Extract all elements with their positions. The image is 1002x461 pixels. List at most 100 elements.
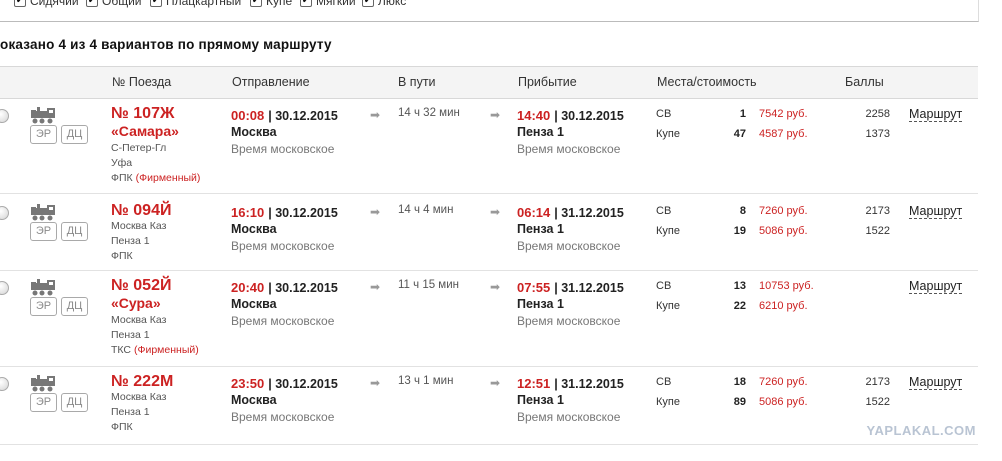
train-select-radio[interactable]: [0, 206, 9, 220]
filter-checkbox[interactable]: ✔: [362, 0, 374, 7]
column-header-duration[interactable]: В пути: [398, 75, 436, 89]
ticket-price[interactable]: 5086 руб.: [759, 225, 808, 237]
available-seats: 13: [733, 280, 746, 292]
arrival-timezone: Время московское: [517, 410, 621, 424]
table-header: № Поезда Отправление В пути Прибытие Мес…: [0, 66, 978, 99]
filter-2[interactable]: ✔ Общий: [86, 0, 142, 8]
departure-datetime: 00:08 | 30.12.2015: [231, 107, 338, 125]
train-route-from: Москва Каз: [111, 220, 167, 232]
filter-checkbox[interactable]: ✔: [14, 0, 26, 7]
column-header-arrival[interactable]: Прибытие: [518, 75, 577, 89]
column-header-departure[interactable]: Отправление: [232, 75, 310, 89]
filter-6[interactable]: ✔ Люкс: [362, 0, 406, 8]
filter-label: Плацкартный: [166, 0, 242, 8]
car-class-type: Купе: [656, 300, 680, 312]
car-class-type: Купе: [656, 396, 680, 408]
car-class-type: СВ: [656, 108, 672, 120]
departure-station: Москва: [231, 125, 277, 139]
departure-time: 20:40: [231, 280, 265, 295]
train-number[interactable]: № 052Й: [111, 277, 171, 295]
train-number[interactable]: № 094Й: [111, 202, 171, 220]
bonus-points: 1522: [865, 225, 890, 237]
bonus-points: 2173: [865, 376, 890, 388]
arrival-timezone: Время московское: [517, 239, 621, 253]
route-link[interactable]: Маршрут: [909, 107, 963, 122]
arrival-timezone: Время московское: [517, 314, 621, 328]
arrow-right-icon: ➡: [490, 376, 501, 390]
car-class-type: СВ: [656, 280, 672, 292]
train-route-from: С-Петер-Гл: [111, 142, 167, 154]
departure-station: Москва: [231, 297, 277, 311]
departure-date: | 30.12.2015: [268, 281, 338, 295]
departure-station: Москва: [231, 393, 277, 407]
filter-checkbox[interactable]: ✔: [86, 0, 98, 7]
train-number[interactable]: № 222М: [111, 373, 173, 391]
route-link[interactable]: Маршрут: [909, 375, 963, 390]
arrival-date: | 31.12.2015: [554, 206, 624, 220]
arrival-time: 06:14: [517, 205, 551, 220]
train-select-radio[interactable]: [0, 281, 9, 295]
ticket-price[interactable]: 10753 руб.: [759, 280, 814, 292]
filter-5[interactable]: ✔ Мягкий: [300, 0, 356, 8]
car-class-type: СВ: [656, 376, 672, 388]
train-select-radio[interactable]: [0, 109, 9, 123]
available-seats: 47: [733, 128, 746, 140]
train-route-to: Пенза 1: [111, 329, 150, 341]
results-summary: оказано 4 из 4 вариантов по прямому марш…: [0, 37, 332, 52]
column-header-points: Баллы: [845, 75, 884, 89]
filter-1[interactable]: ✔ Сидячий: [14, 0, 79, 8]
departure-time: 23:50: [231, 376, 265, 391]
ticket-price[interactable]: 7542 руб.: [759, 108, 808, 120]
departure-time: 00:08: [231, 108, 265, 123]
arrival-datetime: 06:14 | 31.12.2015: [517, 204, 624, 222]
arrival-datetime: 12:51 | 31.12.2015: [517, 375, 624, 393]
arrival-time: 07:55: [517, 280, 551, 295]
available-seats: 1: [739, 108, 746, 120]
departure-date: | 30.12.2015: [268, 109, 338, 123]
travel-duration: 14 ч 32 мин: [398, 107, 460, 119]
travel-duration: 14 ч 4 мин: [398, 204, 454, 216]
dc-badge: ДЦ: [61, 222, 88, 241]
departure-datetime: 16:10 | 30.12.2015: [231, 204, 338, 222]
arrow-right-icon: ➡: [490, 280, 501, 294]
column-header-train[interactable]: № Поезда: [112, 75, 171, 89]
train-select-radio[interactable]: [0, 377, 9, 391]
filter-checkbox[interactable]: ✔: [250, 0, 262, 7]
arrival-station: Пенза 1: [517, 297, 564, 311]
arrival-date: | 30.12.2015: [554, 109, 624, 123]
train-name: «Самара»: [111, 123, 179, 139]
arrival-datetime: 07:55 | 31.12.2015: [517, 279, 624, 297]
ticket-price[interactable]: 4587 руб.: [759, 128, 808, 140]
filter-3[interactable]: ✔ Плацкартный: [150, 0, 241, 8]
train-number[interactable]: № 107Ж: [111, 105, 174, 123]
ticket-price[interactable]: 7260 руб.: [759, 205, 808, 217]
arrival-station: Пенза 1: [517, 125, 564, 139]
table-row: ЭР ДЦ № 222М Москва Каз Пенза 1 ФПК 23:50 | 30.…: [0, 366, 978, 445]
dc-badge: ДЦ: [61, 125, 88, 144]
bonus-points: 2173: [865, 205, 890, 217]
car-class-type: Купе: [656, 225, 680, 237]
table-row: ЭР ДЦ № 052Й «Сура» Москва Каз Пенза 1 ТКС (Фир…: [0, 270, 978, 367]
arrival-time: 14:40: [517, 108, 551, 123]
ticket-price[interactable]: 6210 руб.: [759, 300, 808, 312]
arrow-right-icon: ➡: [370, 108, 381, 122]
ticket-price[interactable]: 5086 руб.: [759, 396, 808, 408]
watermark: YAPLAKAL.COM: [866, 423, 976, 438]
route-link[interactable]: Маршрут: [909, 204, 963, 219]
filter-label: Купе: [266, 0, 293, 8]
route-link[interactable]: Маршрут: [909, 279, 963, 294]
train-route-to: Пенза 1: [111, 406, 150, 418]
departure-time: 16:10: [231, 205, 265, 220]
departure-date: | 30.12.2015: [268, 206, 338, 220]
filter-label: Мягкий: [316, 0, 356, 8]
filter-checkbox[interactable]: ✔: [300, 0, 312, 7]
filter-4[interactable]: ✔ Купе: [250, 0, 292, 8]
departure-station: Москва: [231, 222, 277, 236]
train-carrier: ФПК: [111, 250, 136, 262]
departure-datetime: 23:50 | 30.12.2015: [231, 375, 338, 393]
available-seats: 18: [733, 376, 746, 388]
filter-checkbox[interactable]: ✔: [150, 0, 162, 7]
train-route-to: Пенза 1: [111, 235, 150, 247]
available-seats: 89: [733, 396, 746, 408]
ticket-price[interactable]: 7260 руб.: [759, 376, 808, 388]
